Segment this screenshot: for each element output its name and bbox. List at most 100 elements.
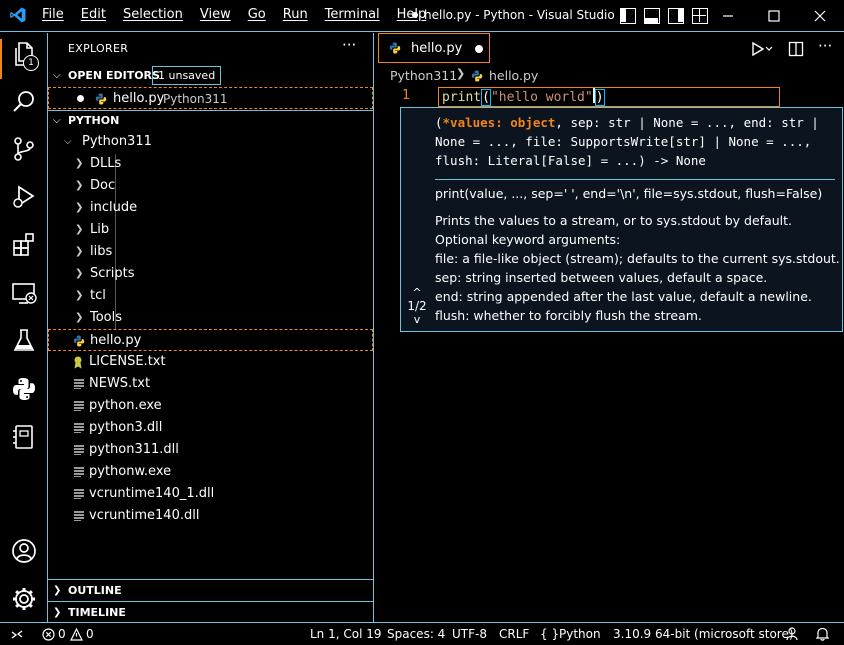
tree-file-python311-dll[interactable]: python311.dll bbox=[48, 439, 373, 461]
customize-layout-button[interactable] bbox=[692, 8, 708, 24]
tree-file-news[interactable]: NEWS.txt bbox=[48, 373, 373, 395]
more-actions-icon[interactable]: ··· bbox=[342, 36, 356, 54]
end-of-line[interactable]: CRLF bbox=[499, 627, 529, 641]
maximize-icon[interactable] bbox=[764, 6, 784, 26]
tree-folder-scripts[interactable]: ❯ Scripts bbox=[48, 263, 373, 285]
open-editor-item[interactable]: hello.py Python311 bbox=[48, 87, 373, 109]
tree-file-license[interactable]: LICENSE.txt bbox=[48, 351, 373, 373]
tree-folder-doc[interactable]: ❯ Doc bbox=[48, 175, 373, 197]
open-editor-desc: Python311 bbox=[163, 92, 228, 106]
more-actions-icon[interactable]: ··· bbox=[818, 37, 834, 55]
timeline-label: TIMELINE bbox=[68, 606, 126, 619]
unsaved-dot-icon bbox=[77, 95, 84, 102]
menu-run[interactable]: Run bbox=[283, 7, 308, 22]
run-python-play-icon[interactable] bbox=[750, 41, 766, 57]
open-editor-name: hello.py bbox=[113, 91, 165, 106]
tree-folder-libs[interactable]: ❯ libs bbox=[48, 241, 373, 263]
vscode-logo-icon[interactable] bbox=[9, 6, 27, 24]
tab-hello-py[interactable]: hello.py bbox=[378, 33, 490, 63]
minimize-icon[interactable] bbox=[718, 6, 738, 26]
cursor-position[interactable]: Ln 1, Col 19 bbox=[310, 627, 382, 641]
outline-header[interactable]: ❯ OUTLINE bbox=[48, 580, 373, 602]
doc-line: end: string appended after the last valu… bbox=[435, 289, 812, 304]
tree-folder-include[interactable]: ❯ include bbox=[48, 197, 373, 219]
warning-icon[interactable] bbox=[70, 628, 83, 641]
search-icon[interactable] bbox=[10, 88, 38, 116]
jupyter-notebook-icon[interactable] bbox=[10, 423, 38, 451]
tree-folder-label: Scripts bbox=[90, 266, 135, 281]
signature-text: (*values: object, sep: str | None = ...,… bbox=[435, 113, 835, 170]
open-editors-header[interactable]: ⌵ OPEN EDITORS 1 unsaved bbox=[48, 65, 373, 87]
overload-page: 1/2 bbox=[407, 299, 427, 313]
sidebar-title: EXPLORER bbox=[68, 42, 129, 55]
accounts-icon[interactable] bbox=[10, 537, 38, 565]
tree-file-pythonw-exe[interactable]: pythonw.exe bbox=[48, 461, 373, 483]
window-title: hello.py - Python - Visual Studio C... bbox=[424, 8, 616, 22]
split-editor-icon[interactable] bbox=[788, 41, 804, 57]
menu-go[interactable]: Go bbox=[248, 7, 266, 22]
close-icon[interactable] bbox=[810, 6, 830, 26]
chevron-down-icon[interactable]: v bbox=[404, 313, 430, 326]
code-bracket-open: ( bbox=[481, 89, 491, 106]
tree-folder-label: Python311 bbox=[82, 134, 152, 149]
tree-file-vcruntime140-1[interactable]: vcruntime140_1.dll bbox=[48, 483, 373, 505]
menu-view[interactable]: View bbox=[200, 7, 231, 22]
unsaved-dot-icon[interactable] bbox=[475, 45, 483, 53]
tree-folder-label: Lib bbox=[90, 222, 110, 237]
python-icon[interactable] bbox=[10, 375, 38, 403]
tree-file-python-exe[interactable]: python.exe bbox=[48, 395, 373, 417]
timeline-header[interactable]: ❯ TIMELINE bbox=[48, 602, 373, 624]
source-control-icon[interactable] bbox=[10, 135, 38, 163]
breadcrumb-folder[interactable]: Python311 bbox=[390, 68, 457, 83]
language-mode[interactable]: Python bbox=[559, 627, 601, 641]
error-icon[interactable] bbox=[42, 628, 55, 641]
warning-count[interactable]: 0 bbox=[86, 627, 94, 641]
toggle-secondary-sidebar-button[interactable] bbox=[668, 8, 684, 24]
doc-line: Prints the values to a stream, or to sys… bbox=[435, 213, 792, 228]
remote-explorer-icon[interactable] bbox=[10, 279, 38, 307]
error-count[interactable]: 0 bbox=[58, 627, 66, 641]
text-file-icon bbox=[74, 445, 84, 455]
chevron-right-icon: ❯ bbox=[75, 246, 84, 257]
tree-file-python3-dll[interactable]: python3.dll bbox=[48, 417, 373, 439]
tree-folder-python311[interactable]: ⌵ Python311 bbox=[48, 131, 373, 153]
tree-file-hello-py[interactable]: hello.py bbox=[48, 329, 373, 351]
text-file-icon bbox=[74, 423, 84, 433]
python-file-icon bbox=[95, 93, 107, 105]
menu-file[interactable]: File bbox=[42, 7, 64, 22]
indentation[interactable]: Spaces: 4 bbox=[387, 627, 445, 641]
chevron-right-icon: ❯ bbox=[75, 268, 84, 279]
tree-folder-tcl[interactable]: ❯ tcl bbox=[48, 285, 373, 307]
toggle-primary-sidebar-button[interactable] bbox=[620, 8, 636, 24]
chevron-up-icon[interactable]: ^ bbox=[404, 286, 430, 299]
breadcrumb-file[interactable]: hello.py bbox=[489, 68, 538, 83]
python-folder-label: PYTHON bbox=[68, 114, 120, 127]
tree-file-label: vcruntime140.dll bbox=[89, 508, 200, 523]
tree-folder-lib[interactable]: ❯ Lib bbox=[48, 219, 373, 241]
notifications-bell-icon[interactable] bbox=[816, 627, 829, 641]
tree-folder-dlls[interactable]: ❯ DLLs bbox=[48, 153, 373, 175]
tree-folder-label: DLLs bbox=[90, 156, 122, 171]
signature-open-paren: ( bbox=[435, 115, 443, 130]
feedback-person-icon[interactable] bbox=[786, 627, 800, 641]
chevron-down-icon[interactable] bbox=[765, 41, 773, 57]
toggle-panel-button[interactable] bbox=[644, 8, 660, 24]
menu-selection[interactable]: Selection bbox=[123, 7, 183, 22]
tree-folder-tools[interactable]: ❯ Tools bbox=[48, 307, 373, 329]
activity-bar: 1 bbox=[0, 33, 48, 622]
menu-terminal[interactable]: Terminal bbox=[325, 7, 380, 22]
testing-flask-icon[interactable] bbox=[10, 327, 38, 355]
python-folder-header[interactable]: ⌵ PYTHON bbox=[48, 110, 373, 132]
tree-file-vcruntime140[interactable]: vcruntime140.dll bbox=[48, 505, 373, 527]
run-and-debug-icon[interactable] bbox=[10, 183, 38, 211]
python-file-icon bbox=[389, 42, 401, 54]
extensions-icon[interactable] bbox=[10, 231, 38, 259]
tree-folder-label: include bbox=[90, 200, 138, 215]
manage-gear-icon[interactable] bbox=[10, 585, 38, 613]
doc-line: sep: string inserted between values, def… bbox=[435, 270, 768, 285]
file-encoding[interactable]: UTF-8 bbox=[452, 627, 487, 641]
code-line[interactable]: print("hello world") bbox=[442, 88, 605, 106]
remote-indicator-icon[interactable] bbox=[10, 628, 24, 641]
python-interpreter[interactable]: 3.10.9 64-bit (microsoft store) bbox=[613, 627, 794, 641]
menu-edit[interactable]: Edit bbox=[81, 7, 106, 22]
